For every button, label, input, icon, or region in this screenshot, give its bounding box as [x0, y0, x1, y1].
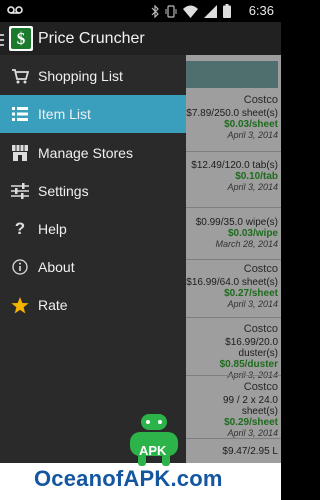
svg-text:$: $	[17, 29, 26, 48]
drawer-item-shopping-list[interactable]: Shopping List	[0, 57, 186, 95]
drawer-item-rate[interactable]: Rate	[0, 286, 186, 324]
drawer-item-label: Rate	[38, 297, 68, 313]
status-bar: 6:36	[0, 0, 281, 22]
sliders-icon	[10, 181, 30, 201]
app-logo[interactable]: $	[9, 26, 33, 51]
drawer-item-manage-stores[interactable]: Manage Stores	[0, 134, 186, 172]
drawer-item-label: Item List	[38, 106, 91, 122]
list-item[interactable]: Costco 99 / 2 x 24.0 sheet(s) $0.29/shee…	[186, 382, 278, 439]
drawer-item-label: Help	[38, 221, 67, 237]
drawer-item-about[interactable]: About	[0, 248, 186, 286]
drawer-item-item-list[interactable]: Item List	[0, 95, 186, 133]
bluetooth-icon	[151, 4, 159, 18]
cart-icon	[10, 66, 30, 86]
list-item[interactable]: Costco $16.99/64.0 sheet(s) $0.27/sheet …	[186, 264, 278, 310]
star-icon	[10, 295, 30, 315]
drawer-item-label: Manage Stores	[38, 145, 133, 161]
drawer-item-help[interactable]: ? Help	[0, 210, 186, 248]
clock: 6:36	[248, 3, 274, 18]
list-item[interactable]: $9.47/2.95 L	[186, 446, 278, 457]
divider	[186, 259, 281, 260]
list-item[interactable]: Costco $16.99/20.0 duster(s) $0.85/duste…	[186, 324, 278, 381]
divider	[186, 438, 281, 439]
question-icon: ?	[14, 219, 26, 238]
apk-badge-text: APK	[139, 443, 167, 458]
store-icon	[10, 143, 30, 163]
divider	[186, 375, 281, 376]
list-icon	[10, 104, 30, 124]
drawer-item-settings[interactable]: Settings	[0, 172, 186, 210]
list-item[interactable]: $12.49/120.0 tab(s) $0.10/tab April 3, 2…	[186, 158, 278, 193]
divider	[186, 317, 281, 318]
dollar-logo-icon: $	[11, 28, 31, 49]
voicemail-icon	[7, 6, 23, 14]
vibrate-icon	[165, 4, 177, 18]
list-item[interactable]: Costco $7.89/250.0 sheet(s) $0.03/sheet …	[186, 95, 278, 141]
drawer-indicator-icon[interactable]	[0, 34, 4, 46]
list-item[interactable]: $0.99/35.0 wipe(s) $0.03/wipe March 28, …	[186, 215, 278, 250]
navigation-drawer: Shopping List Item List Manage Stores Se…	[0, 55, 186, 463]
watermark-text: OceanofAPK.com	[34, 466, 223, 491]
signal-icon	[204, 4, 217, 18]
app-title: Price Cruncher	[38, 30, 145, 47]
divider	[186, 151, 281, 152]
battery-icon	[223, 4, 231, 18]
android-apk-badge-icon	[130, 414, 178, 466]
action-bar: $ Price Cruncher	[0, 22, 281, 55]
drawer-item-label: Shopping List	[38, 68, 123, 84]
list-header	[186, 61, 278, 88]
info-icon	[10, 257, 30, 277]
drawer-item-label: Settings	[38, 183, 89, 199]
wifi-icon	[183, 5, 198, 18]
divider	[186, 207, 281, 208]
drawer-item-label: About	[38, 259, 75, 275]
